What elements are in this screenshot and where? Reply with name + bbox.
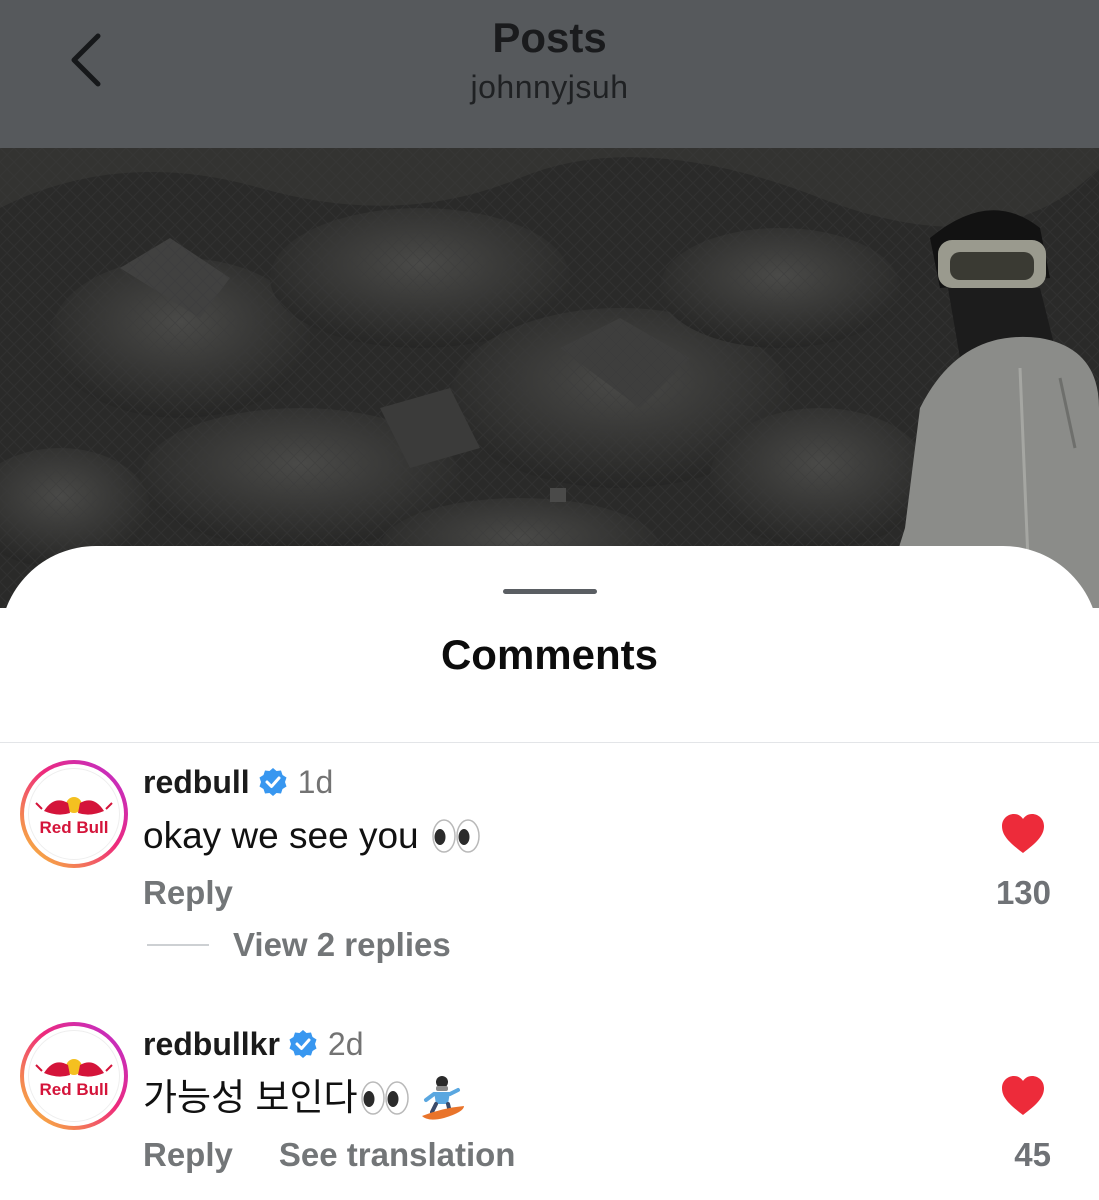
top-navigation-bar: Posts johnnyjsuh	[0, 0, 1099, 148]
comment-author-row: redbull 1d	[143, 762, 333, 802]
comment-timestamp: 2d	[327, 1025, 364, 1062]
post-photo	[0, 148, 1099, 608]
heart-icon[interactable]	[1000, 1074, 1046, 1120]
view-replies-button[interactable]: View 2 replies	[147, 926, 451, 964]
svg-text:Red Bull: Red Bull	[40, 818, 109, 837]
snowboarder-emoji-icon	[421, 1076, 464, 1120]
eyes-emoji-icon	[431, 819, 480, 853]
comment-text: okay we see you	[143, 812, 481, 860]
comments-title: Comments	[440, 631, 659, 678]
redbull-logo: Red Bull	[28, 768, 120, 860]
verified-badge-icon	[289, 1030, 317, 1058]
heart-icon[interactable]	[1000, 812, 1046, 858]
comment-timestamp: 1d	[297, 763, 334, 800]
like-count[interactable]: 45	[970, 1136, 1051, 1174]
nav-titles: Posts johnnyjsuh	[0, 0, 1099, 106]
comment-username[interactable]: redbull	[143, 764, 250, 801]
comment-author-row: redbullkr 2d	[143, 1024, 364, 1064]
verified-badge-icon	[259, 768, 287, 796]
reply-button[interactable]: Reply	[143, 874, 233, 912]
see-translation-button[interactable]: See translation	[279, 1136, 516, 1174]
avatar[interactable]: Red Bull	[20, 760, 128, 868]
comment-body: 가능성 보인다	[143, 1077, 358, 1118]
comment-item: Red Bull redbullkr 2d 가능성 보인다 Reply See …	[0, 1022, 1099, 1200]
reply-button[interactable]: Reply	[143, 1136, 233, 1174]
avatar[interactable]: Red Bull	[20, 1022, 128, 1130]
view-replies-label: View 2 replies	[233, 926, 451, 963]
eyes-emoji-icon	[360, 1081, 409, 1115]
like-count[interactable]: 130	[970, 874, 1051, 912]
comment-actions: Reply	[143, 874, 279, 912]
divider	[0, 742, 1099, 743]
post-author-username[interactable]: johnnyjsuh	[0, 68, 1099, 106]
comments-sheet: Comments Red Bull redbull 1d okay we see…	[0, 546, 1099, 1200]
comment-text: 가능성 보인다	[143, 1074, 466, 1122]
page-title: Posts	[492, 14, 607, 61]
replies-line	[147, 944, 209, 946]
sheet-grabber-handle[interactable]	[503, 589, 597, 594]
comment-username[interactable]: redbullkr	[143, 1026, 280, 1063]
redbull-logo: Red Bull	[28, 1030, 120, 1122]
comment-item: Red Bull redbull 1d okay we see you Repl…	[0, 760, 1099, 980]
comment-body: okay we see you	[143, 815, 419, 856]
comment-actions: Reply See translation	[143, 1136, 561, 1174]
svg-text:Red Bull: Red Bull	[40, 1080, 109, 1099]
